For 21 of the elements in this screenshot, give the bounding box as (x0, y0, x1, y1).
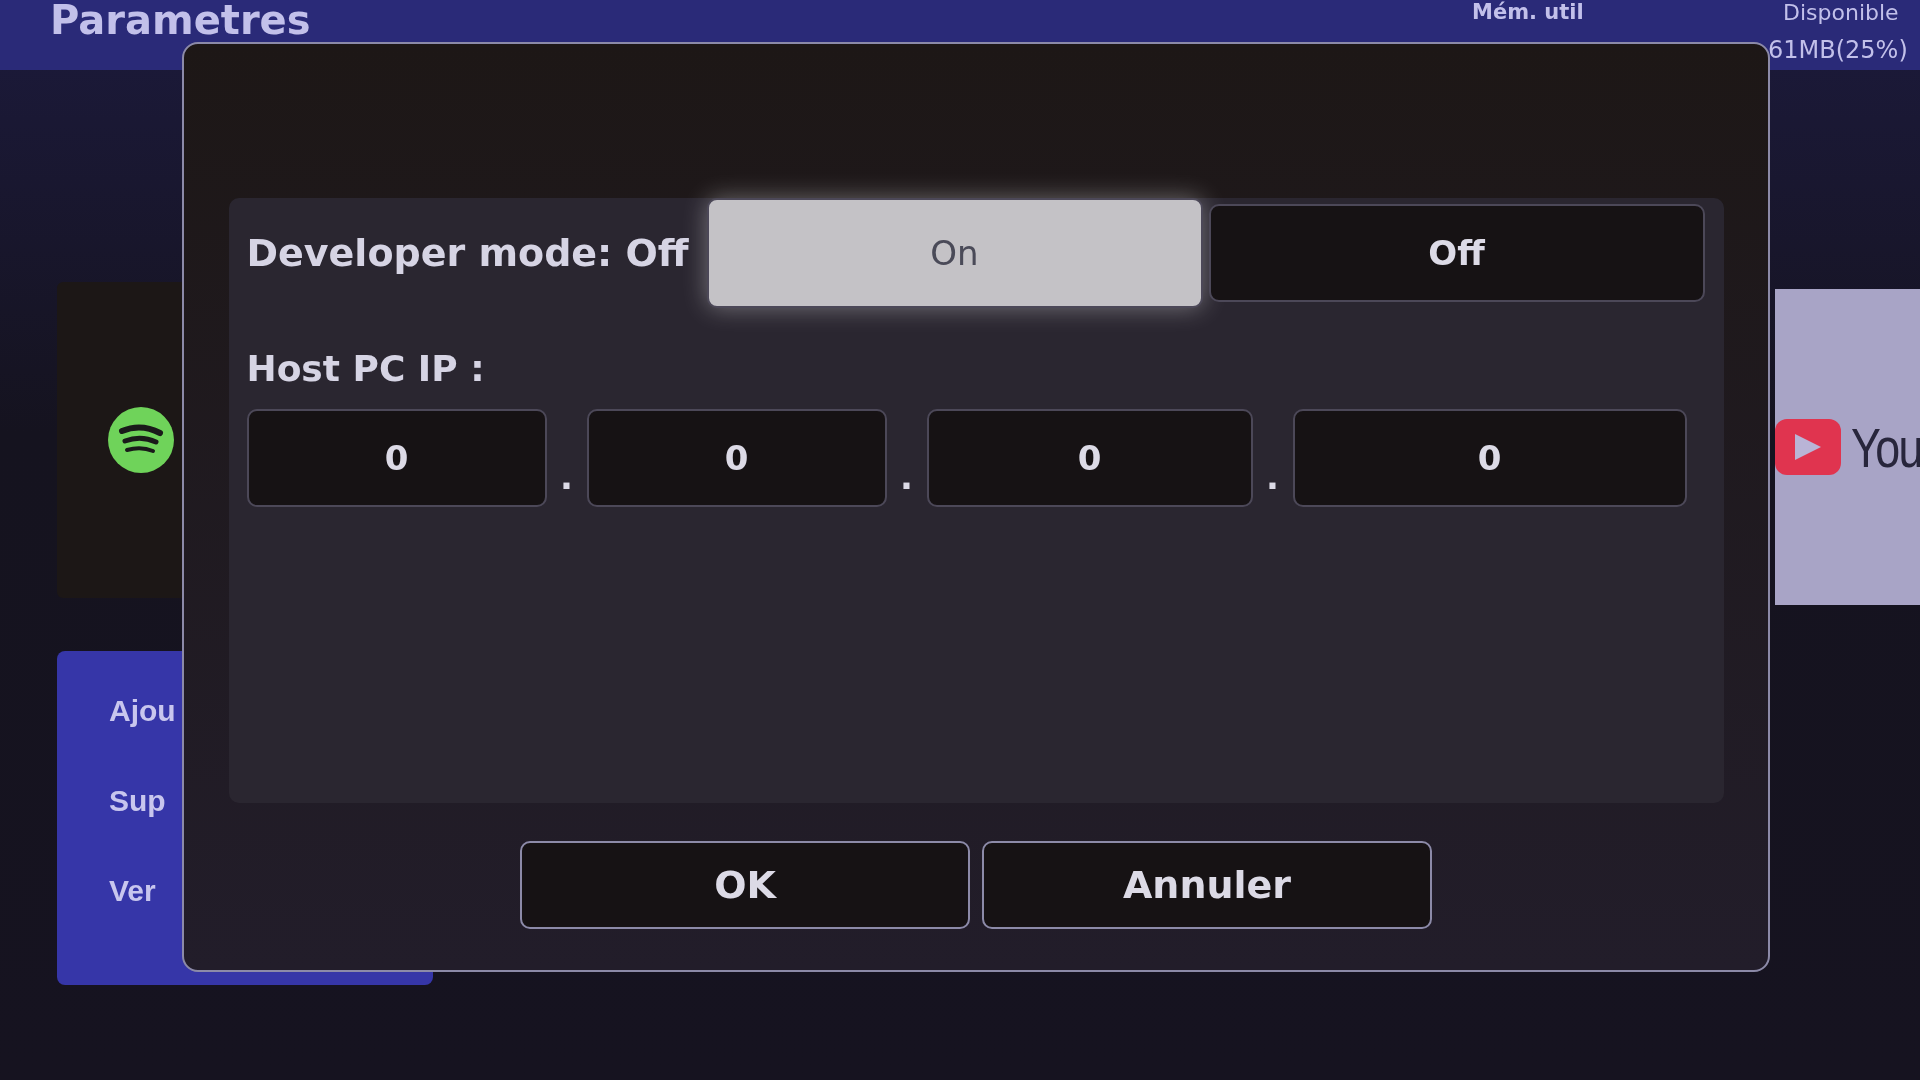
sound-waves-logo-icon (108, 407, 174, 473)
memory-label: Mém. util (1472, 0, 1584, 24)
mode-option-button[interactable]: Off (1208, 204, 1705, 302)
ip-separator: . (899, 457, 914, 497)
app-name: You (1851, 414, 1920, 480)
host-ip-label: Host PC IP : (246, 348, 486, 389)
page-title: Parametres (50, 0, 311, 40)
app-tile[interactable]: You (1775, 289, 1920, 605)
play-logo-icon (1775, 419, 1841, 475)
developer-mode-label: Developer mode: Off (246, 231, 690, 275)
available-label: Disponible (1783, 0, 1899, 25)
dialog-button[interactable]: OK (520, 841, 970, 929)
ip-field[interactable]: 0 (1292, 409, 1687, 507)
ip-field[interactable]: 0 (926, 409, 1253, 507)
available-value: 61MB(25%) (1768, 36, 1908, 64)
mode-option-button[interactable]: On (706, 198, 1203, 308)
dialog-button[interactable]: Annuler (982, 841, 1432, 929)
ip-separator: . (559, 457, 574, 497)
ip-separator: . (1265, 457, 1280, 497)
ip-field[interactable]: 0 (586, 409, 887, 507)
ip-field[interactable]: 0 (246, 409, 547, 507)
